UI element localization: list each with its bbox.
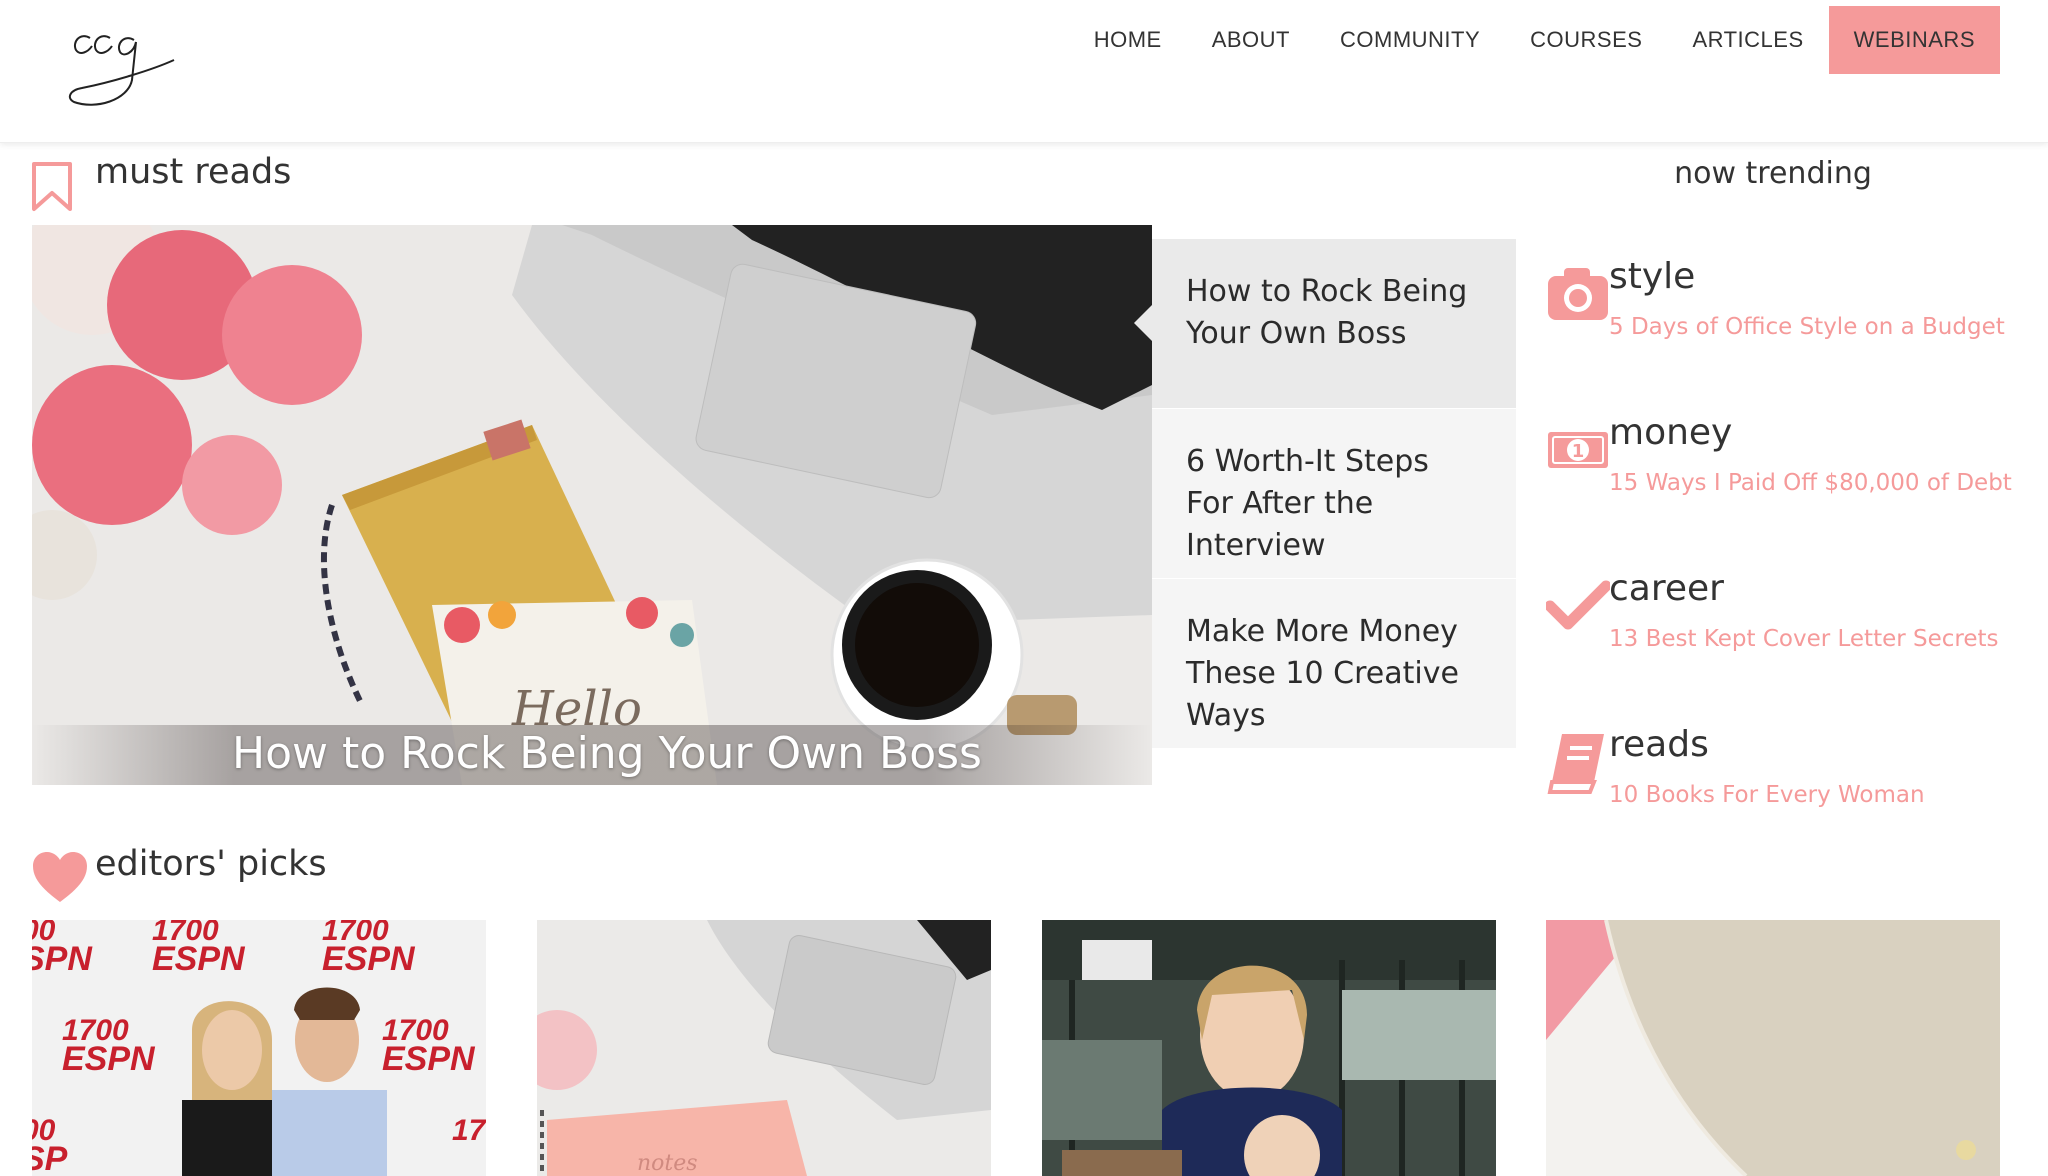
- now-trending-heading: now trending: [1674, 156, 1872, 191]
- nav-articles[interactable]: ARTICLES: [1667, 6, 1828, 74]
- svg-text:SP: SP: [32, 1140, 68, 1176]
- hero-caption-overlay: How to Rock Being Your Own Boss: [32, 725, 1152, 785]
- svg-text:ESPN: ESPN: [152, 940, 246, 978]
- must-reads-item[interactable]: How to Rock Being Your Own Boss: [1134, 239, 1516, 409]
- must-reads-title: must reads: [95, 152, 292, 192]
- camera-icon: [1548, 268, 1608, 320]
- site-header: ccg HOME ABOUT COMMUNITY COURSES ARTICLE…: [0, 0, 2048, 143]
- must-reads-item[interactable]: 6 Worth-It Steps For After the Interview: [1152, 409, 1516, 579]
- trending-item-money[interactable]: 1 money 15 Ways I Paid Off $80,000 of De…: [1546, 412, 2016, 532]
- money-bill-icon: 1: [1548, 432, 1608, 468]
- editors-pick-card[interactable]: notes: [537, 920, 991, 1176]
- trending-category: career: [1609, 568, 1724, 609]
- trending-link[interactable]: 5 Days of Office Style on a Budget: [1609, 314, 2005, 340]
- hero-caption-text[interactable]: How to Rock Being Your Own Boss: [232, 728, 982, 779]
- main-nav: HOME ABOUT COMMUNITY COURSES ARTICLES WE…: [1069, 6, 2000, 74]
- site-logo[interactable]: [62, 10, 182, 110]
- nav-courses[interactable]: COURSES: [1505, 6, 1667, 74]
- pick-image-pouch: [1546, 920, 2000, 1176]
- checkmark-icon: [1546, 580, 1610, 630]
- pick-image-espn: 00 SPN 1700 ESPN 1700 ESPN 1700 ESPN 170…: [32, 920, 486, 1176]
- svg-text:ESPN: ESPN: [382, 1040, 476, 1078]
- trending-category: style: [1609, 256, 1696, 297]
- trending-link[interactable]: 10 Books For Every Woman: [1609, 782, 1925, 808]
- logo-script: [68, 35, 175, 106]
- svg-text:notes: notes: [637, 1151, 698, 1176]
- nav-about[interactable]: ABOUT: [1187, 6, 1315, 74]
- nav-home[interactable]: HOME: [1069, 6, 1187, 74]
- trending-link[interactable]: 13 Best Kept Cover Letter Secrets: [1609, 626, 1999, 652]
- bookmark-icon: [32, 162, 72, 211]
- editors-pick-card[interactable]: 00 SPN 1700 ESPN 1700 ESPN 1700 ESPN 170…: [32, 920, 486, 1176]
- nav-webinars[interactable]: WEBINARS: [1828, 6, 2000, 74]
- trending-item-career[interactable]: career 13 Best Kept Cover Letter Secrets: [1546, 568, 2016, 688]
- must-reads-item[interactable]: Make More Money These 10 Creative Ways: [1152, 579, 1516, 749]
- hero-feature[interactable]: Hello How to Rock Being Your Own Boss: [32, 225, 1152, 785]
- editors-pick-card[interactable]: [1546, 920, 2000, 1176]
- pick-image-bus: [1042, 920, 1496, 1176]
- trending-item-style[interactable]: style 5 Days of Office Style on a Budget: [1546, 256, 2016, 376]
- svg-text:ESPN: ESPN: [62, 1040, 156, 1078]
- trending-link[interactable]: 15 Ways I Paid Off $80,000 of Debt: [1609, 470, 2012, 496]
- book-icon: [1547, 734, 1604, 794]
- heart-icon: [33, 852, 87, 902]
- svg-text:17: 17: [452, 1114, 486, 1147]
- editors-picks-title: editors' picks: [95, 844, 327, 884]
- editors-pick-card[interactable]: [1042, 920, 1496, 1176]
- nav-community[interactable]: COMMUNITY: [1315, 6, 1505, 74]
- svg-text:SPN: SPN: [32, 940, 93, 978]
- trending-category: reads: [1609, 724, 1709, 765]
- pick-image-laptop: notes: [537, 920, 991, 1176]
- svg-text:ESPN: ESPN: [322, 940, 416, 978]
- hero-image: Hello: [32, 225, 1152, 785]
- trending-item-reads[interactable]: reads 10 Books For Every Woman: [1546, 724, 2016, 844]
- must-reads-list: How to Rock Being Your Own Boss 6 Worth-…: [1134, 239, 1516, 749]
- svg-text:1: 1: [1572, 441, 1585, 462]
- trending-category: money: [1609, 412, 1733, 453]
